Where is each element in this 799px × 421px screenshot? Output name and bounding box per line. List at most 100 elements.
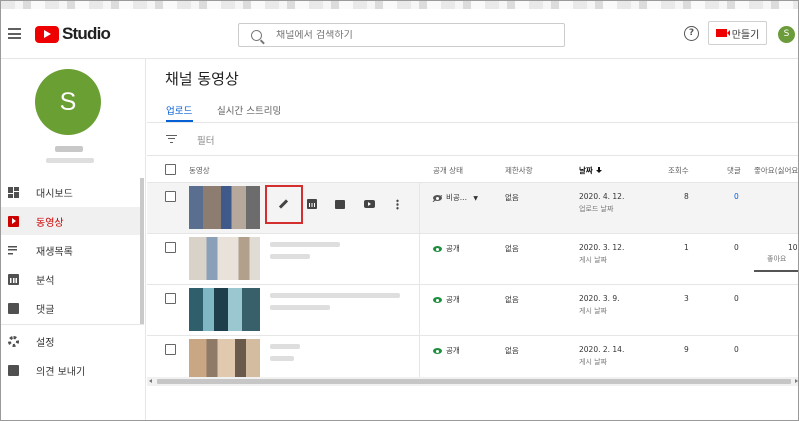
blurred-browser-strip bbox=[1, 1, 798, 9]
blurred-title bbox=[270, 242, 340, 247]
sidebar-scrollbar[interactable] bbox=[140, 178, 144, 324]
tab-bar: 업로드 실시간 스트리밍 bbox=[147, 95, 798, 123]
date-sub: 업로드 날짜 bbox=[579, 205, 614, 213]
visibility-value: 공개 bbox=[433, 345, 460, 356]
restriction-value: 없음 bbox=[505, 295, 519, 304]
menu-icon[interactable] bbox=[8, 28, 21, 39]
blurred-title bbox=[270, 344, 300, 349]
visibility-dropdown[interactable]: 비공... ▼ bbox=[433, 192, 478, 203]
sidebar-item-label: 재생목록 bbox=[36, 246, 73, 258]
restriction-value: 없음 bbox=[505, 346, 519, 355]
dropdown-caret-icon: ▼ bbox=[473, 195, 478, 202]
channel-sub-blurred bbox=[46, 158, 94, 163]
account-avatar[interactable]: S bbox=[778, 26, 795, 43]
table-row[interactable]: 공개 없음 2020. 3. 9. 게시 날짜 3 0 bbox=[147, 285, 798, 336]
views-value: 9 bbox=[684, 345, 689, 354]
table-row[interactable]: 비공... ▼ 없음 2020. 4. 12. 업로드 날짜 8 0 bbox=[147, 183, 798, 234]
comments-value: 0 bbox=[734, 345, 739, 354]
column-divider bbox=[419, 285, 420, 336]
filter-icon[interactable] bbox=[166, 135, 177, 143]
view-on-youtube-button[interactable] bbox=[359, 194, 379, 214]
analytics-icon bbox=[307, 199, 317, 209]
channel-avatar[interactable]: S bbox=[35, 69, 101, 135]
table-row[interactable]: 공개 없음 2020. 3. 12. 게시 날짜 1 0 100 좋아요 bbox=[147, 234, 798, 285]
row-checkbox[interactable] bbox=[165, 293, 176, 304]
horizontal-scrollbar[interactable] bbox=[147, 377, 798, 386]
comments-value: 0 bbox=[734, 294, 739, 303]
col-likes[interactable]: 좋아요(싫어요 bbox=[754, 165, 798, 176]
more-options-button[interactable] bbox=[387, 194, 407, 214]
video-thumbnail[interactable] bbox=[189, 237, 260, 280]
dashboard-icon bbox=[8, 186, 19, 198]
youtube-icon bbox=[363, 200, 375, 208]
sidebar-item-label: 대시보드 bbox=[36, 188, 73, 200]
visibility-value: 비공... bbox=[446, 193, 467, 202]
tab-uploads[interactable]: 업로드 bbox=[166, 103, 192, 117]
row-checkbox[interactable] bbox=[165, 242, 176, 253]
eye-icon bbox=[433, 348, 442, 354]
table-row[interactable]: 공개 없음 2020. 2. 14. 게시 날짜 9 0 bbox=[147, 336, 798, 377]
blurred-title bbox=[270, 293, 400, 298]
edit-button[interactable] bbox=[273, 194, 293, 214]
col-comments[interactable]: 댓글 bbox=[727, 165, 741, 176]
studio-logo[interactable]: Studio bbox=[35, 24, 111, 44]
sidebar-item-label: 분석 bbox=[36, 275, 55, 287]
create-button[interactable]: 만들기 bbox=[708, 21, 767, 45]
scroll-left-icon[interactable] bbox=[149, 379, 152, 383]
visibility-value: 공개 bbox=[433, 243, 460, 254]
sidebar-item-label: 의견 보내기 bbox=[36, 366, 86, 378]
views-value: 3 bbox=[684, 294, 689, 303]
date-value: 2020. 2. 14. bbox=[579, 345, 625, 354]
row-checkbox[interactable] bbox=[165, 191, 176, 202]
more-vert-icon bbox=[395, 198, 399, 210]
scroll-right-icon[interactable] bbox=[795, 379, 798, 383]
sidebar-item-analytics[interactable]: 분석 bbox=[1, 265, 144, 293]
analytics-button[interactable] bbox=[302, 194, 322, 214]
video-thumbnail[interactable] bbox=[189, 288, 260, 331]
date-sub: 게시 날짜 bbox=[579, 256, 607, 264]
comments-button[interactable] bbox=[330, 194, 350, 214]
visibility-text: 공개 bbox=[446, 244, 460, 253]
views-value: 8 bbox=[684, 192, 689, 201]
sidebar-item-comments[interactable]: 댓글 bbox=[1, 294, 144, 322]
pencil-icon bbox=[278, 199, 288, 209]
row-checkbox[interactable] bbox=[165, 344, 176, 355]
sidebar-item-playlists[interactable]: 재생목록 bbox=[1, 236, 144, 264]
page-title: 채널 동영상 bbox=[165, 70, 239, 88]
sidebar-item-feedback[interactable]: 의견 보내기 bbox=[1, 356, 144, 384]
restriction-value: 없음 bbox=[505, 244, 519, 253]
video-thumbnail[interactable] bbox=[189, 339, 260, 377]
sort-down-icon bbox=[595, 167, 602, 174]
sidebar-item-label: 댓글 bbox=[36, 304, 55, 316]
col-date-label: 날짜 bbox=[579, 166, 593, 175]
analytics-icon bbox=[8, 273, 19, 285]
help-icon[interactable]: ? bbox=[684, 26, 699, 41]
col-views[interactable]: 조회수 bbox=[668, 165, 689, 176]
sidebar-item-videos[interactable]: 동영상 bbox=[1, 207, 144, 235]
search-box[interactable] bbox=[238, 23, 565, 47]
sidebar-item-label: 동영상 bbox=[36, 217, 64, 229]
youtube-play-icon bbox=[35, 25, 59, 43]
date-value: 2020. 4. 12. bbox=[579, 192, 625, 201]
restriction-value: 없음 bbox=[505, 193, 519, 202]
scrollbar-thumb[interactable] bbox=[157, 379, 791, 384]
select-all-checkbox[interactable] bbox=[165, 164, 176, 175]
date-sub: 게시 날짜 bbox=[579, 307, 607, 315]
comment-icon bbox=[335, 199, 345, 209]
date-sub: 게시 날짜 bbox=[579, 358, 607, 366]
blurred-description bbox=[270, 254, 310, 259]
search-input[interactable] bbox=[276, 29, 536, 41]
sidebar-item-dashboard[interactable]: 대시보드 bbox=[1, 178, 144, 206]
tab-live[interactable]: 실시간 스트리밍 bbox=[217, 103, 281, 117]
col-restrictions[interactable]: 제한사항 bbox=[505, 165, 533, 176]
col-visibility[interactable]: 공개 상태 bbox=[433, 165, 463, 176]
filter-bar[interactable]: 필터 bbox=[147, 123, 798, 156]
sidebar-item-settings[interactable]: 설정 bbox=[1, 327, 144, 355]
date-value: 2020. 3. 9. bbox=[579, 294, 620, 303]
filter-label[interactable]: 필터 bbox=[197, 133, 214, 147]
col-video: 동영상 bbox=[189, 166, 210, 175]
comments-value[interactable]: 0 bbox=[734, 192, 739, 201]
col-date[interactable]: 날짜 bbox=[579, 165, 602, 176]
video-thumbnail[interactable] bbox=[189, 186, 260, 229]
visibility-text: 공개 bbox=[446, 295, 460, 304]
